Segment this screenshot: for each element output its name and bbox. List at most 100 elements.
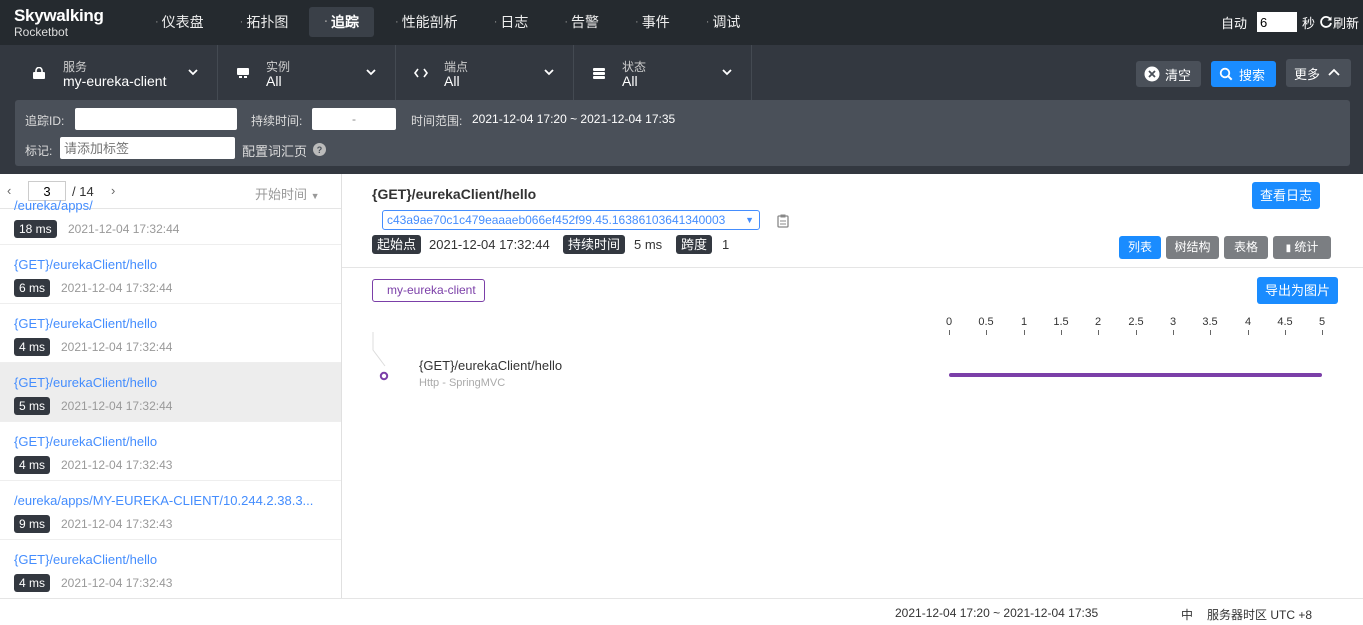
- event-icon: ·: [635, 16, 639, 28]
- nav-topology[interactable]: · 拓扑图: [225, 7, 304, 37]
- axis-tick: [1285, 330, 1286, 335]
- tags-input[interactable]: [60, 137, 235, 159]
- axis-tick: [1098, 330, 1099, 335]
- service-tag: my-eureka-client: [372, 279, 485, 302]
- trace-time: 2021-12-04 17:32:44: [68, 222, 180, 236]
- trace-endpoint: /eureka/apps/: [14, 198, 93, 213]
- logo-title: Skywalking: [14, 6, 104, 25]
- view-list-button[interactable]: 列表: [1119, 236, 1161, 259]
- chevron-down-icon: [188, 69, 198, 76]
- trace-item[interactable]: /eureka/apps/MY-EUREKA-CLIENT/10.244.2.3…: [0, 481, 341, 540]
- axis-label: 5: [1318, 316, 1326, 328]
- copy-icon[interactable]: [777, 214, 789, 228]
- span-count-tag: 跨度: [676, 235, 713, 254]
- axis-tick: [1061, 330, 1062, 335]
- main-nav: · 仪表盘 · 拓扑图 · 追踪 · 性能剖析 · 日志 · 告警 · 事件 · 调试: [140, 7, 761, 37]
- trace-list-panel: ‹ / 14 › 开始时间 ▼ /eureka/apps/ 18 ms 2021…: [0, 174, 342, 598]
- auto-refresh: 自动 秒 刷新: [1221, 10, 1363, 34]
- nav-debug[interactable]: · 调试: [691, 7, 756, 37]
- trace-item-selected[interactable]: {GET}/eurekaClient/hello 5 ms 2021-12-04…: [0, 363, 341, 422]
- axis-tick: [986, 330, 987, 335]
- axis-label: 1.5: [1053, 316, 1069, 328]
- svg-text:?: ?: [317, 145, 323, 155]
- chevron-up-icon: [1328, 68, 1340, 76]
- auto-refresh-label: 自动: [1220, 15, 1247, 31]
- trace-detail-header: {GET}/eurekaClient/hello 查看日志 c43a9ae70c…: [342, 174, 1363, 268]
- time-range-label: 时间范围:: [411, 114, 463, 128]
- trace-id-input[interactable]: [75, 108, 237, 130]
- axis-label: 3.5: [1202, 316, 1218, 328]
- caret-down-icon: ▼: [745, 215, 754, 225]
- code-icon: [414, 68, 428, 78]
- axis-tick: [1136, 330, 1137, 335]
- trace-id-label: 追踪ID:: [25, 114, 65, 128]
- config-vocab-link[interactable]: 配置词汇页: [242, 141, 307, 160]
- duration-value: 5 ms: [634, 237, 663, 252]
- more-button[interactable]: 更多: [1286, 59, 1351, 87]
- filter-bar: 服务 my-eureka-client 实例 All 端点 All 状态 All…: [0, 45, 1363, 174]
- chevron-down-icon: [544, 69, 554, 76]
- axis-tick: [1322, 330, 1323, 335]
- nav-event[interactable]: · 事件: [620, 7, 685, 37]
- span-duration-bar[interactable]: [949, 373, 1322, 377]
- nav-dashboard[interactable]: · 仪表盘: [140, 7, 219, 37]
- nav-profile[interactable]: · 性能剖析: [380, 7, 473, 37]
- trace-id-value: c43a9ae70c1c479eaaaeb066ef452f99.45.1638…: [387, 213, 726, 227]
- axis-tick: [1248, 330, 1249, 335]
- clear-button[interactable]: 清空: [1136, 61, 1201, 87]
- search-button[interactable]: 搜索: [1211, 61, 1276, 87]
- search-icon: [1219, 67, 1233, 81]
- trace-item[interactable]: {GET}/eurekaClient/hello 6 ms 2021-12-04…: [0, 245, 341, 304]
- nav-trace[interactable]: · 追踪: [309, 7, 375, 37]
- trace-item[interactable]: {GET}/eurekaClient/hello 4 ms 2021-12-04…: [0, 304, 341, 363]
- footer-time-range[interactable]: 2021-12-04 17:20 ~ 2021-12-04 17:35: [895, 606, 1098, 620]
- view-table-button[interactable]: 表格: [1224, 236, 1268, 259]
- refresh-button[interactable]: 刷新: [1319, 13, 1359, 32]
- duration-label: 持续时间:: [251, 114, 303, 128]
- instance-select[interactable]: 实例 All: [218, 45, 396, 100]
- query-panel: 追踪ID: 持续时间: - 时间范围: 2021-12-04 17:20 ~ 2…: [15, 100, 1350, 166]
- help-icon[interactable]: ?: [313, 143, 326, 156]
- trace-endpoint: /eureka/apps/MY-EUREKA-CLIENT/10.244.2.3…: [14, 493, 314, 508]
- trace-item[interactable]: {GET}/eurekaClient/hello 4 ms 2021-12-04…: [0, 422, 341, 481]
- span-count-value: 1: [722, 237, 730, 252]
- service-select[interactable]: 服务 my-eureka-client: [0, 45, 218, 100]
- trace-item[interactable]: /eureka/apps/ 18 ms 2021-12-04 17:32:44: [0, 186, 341, 245]
- export-image-button[interactable]: 导出为图片: [1257, 277, 1339, 304]
- span-tree-connector: [372, 332, 389, 381]
- trace-item[interactable]: {GET}/eurekaClient/hello 4 ms 2021-12-04…: [0, 540, 341, 598]
- trace-time: 2021-12-04 17:32:44: [61, 281, 173, 295]
- status-select[interactable]: 状态 All: [574, 45, 752, 100]
- debug-icon: ·: [705, 16, 710, 28]
- service-value: my-eureka-client: [63, 73, 167, 89]
- nav-alarm[interactable]: · 告警: [549, 7, 614, 37]
- trace-time: 2021-12-04 17:32:43: [61, 517, 173, 531]
- trace-id-select[interactable]: c43a9ae70c1c479eaaaeb066ef452f99.45.1638…: [382, 210, 760, 230]
- instance-value: All: [266, 73, 282, 89]
- trace-duration: 4 ms: [14, 574, 51, 592]
- view-tree-button[interactable]: 树结构: [1166, 236, 1219, 259]
- view-logs-button[interactable]: 查看日志: [1252, 182, 1321, 209]
- duration-tag: 持续时间: [563, 235, 626, 254]
- chevron-down-icon: [366, 69, 376, 76]
- view-stats-button[interactable]: ▮ 统计: [1273, 236, 1331, 259]
- refresh-interval-input[interactable]: [1256, 12, 1297, 32]
- trace-endpoint: {GET}/eurekaClient/hello: [14, 434, 158, 449]
- language-toggle[interactable]: 中: [1181, 606, 1193, 623]
- nav-log[interactable]: · 日志: [479, 7, 544, 37]
- endpoint-select[interactable]: 端点 All: [396, 45, 574, 100]
- duration-input[interactable]: -: [312, 108, 396, 130]
- axis-label: 4.5: [1277, 316, 1293, 328]
- trace-duration: 9 ms: [14, 515, 51, 533]
- start-tag: 起始点: [372, 235, 422, 254]
- lock-icon: [33, 67, 45, 79]
- axis-label: 4: [1244, 316, 1252, 328]
- span-endpoint[interactable]: {GET}/eurekaClient/hello: [419, 358, 562, 373]
- span-component: Http - SpringMVC: [419, 377, 506, 389]
- logo[interactable]: Skywalking Rocketbot: [14, 6, 104, 40]
- trace-time: 2021-12-04 17:32:43: [61, 576, 173, 590]
- axis-label: 0: [945, 316, 953, 328]
- endpoint-value: All: [444, 73, 460, 89]
- time-range-value[interactable]: 2021-12-04 17:20 ~ 2021-12-04 17:35: [472, 112, 675, 126]
- axis-label: 2.5: [1128, 316, 1144, 328]
